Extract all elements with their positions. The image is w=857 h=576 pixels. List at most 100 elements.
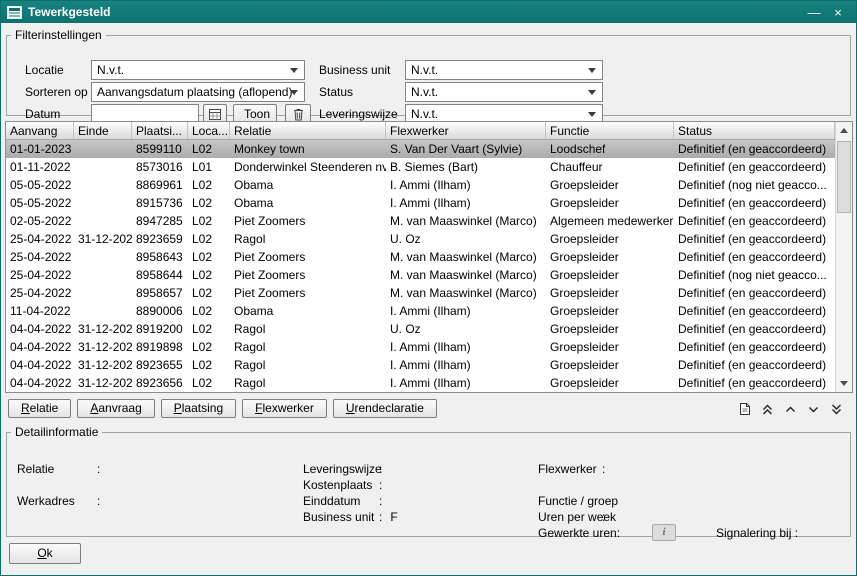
tab-urendeclaratie[interactable]: Urendeclaratie (333, 399, 437, 418)
table-cell: Obama (230, 194, 386, 212)
table-cell: Definitief (en geaccordeerd) (674, 302, 835, 320)
sorteren-select[interactable]: Aanvangsdatum plaatsing (aflopend) (91, 82, 305, 102)
table-row[interactable]: 04-04-202231-12-20228919898L02RagolI. Am… (6, 338, 835, 356)
business-unit-label: Business unit (319, 60, 390, 80)
placements-table: AanvangEindePlaatsi...Loca...RelatieFlex… (5, 121, 853, 393)
table-cell: Definitief (en geaccordeerd) (674, 374, 835, 392)
table-row[interactable]: 04-04-202231-12-20228923656L02RagolI. Am… (6, 374, 835, 392)
table-row[interactable]: 25-04-20228958657L02Piet ZoomersM. van M… (6, 284, 835, 302)
table-cell: 8599110 (132, 140, 188, 158)
table-row[interactable]: 11-04-20228890006L02ObamaI. Ammi (Ilham)… (6, 302, 835, 320)
locatie-select[interactable]: N.v.t. (91, 60, 305, 80)
business-unit-select[interactable]: N.v.t. (405, 60, 603, 80)
tab-plaatsing[interactable]: Plaatsing (161, 399, 236, 418)
table-cell: I. Ammi (Ilham) (386, 338, 546, 356)
column-header[interactable]: Plaatsi... (132, 122, 188, 139)
detail-functie-label: Functie / groep (538, 494, 618, 509)
status-value: N.v.t. (411, 85, 438, 99)
last-record-button[interactable] (826, 400, 846, 418)
column-header[interactable]: Relatie (230, 122, 386, 139)
table-cell: Groepsleider (546, 356, 674, 374)
locatie-value: N.v.t. (97, 63, 124, 77)
table-cell: Ragol (230, 230, 386, 248)
table-cell: Groepsleider (546, 374, 674, 392)
table-cell (74, 212, 132, 230)
detail-flexwerker-label: Flexwerker (538, 462, 602, 477)
table-cell: B. Siemes (Bart) (386, 158, 546, 176)
table-row[interactable]: 05-05-20228915736L02ObamaI. Ammi (Ilham)… (6, 194, 835, 212)
table-cell: Definitief (en geaccordeerd) (674, 338, 835, 356)
scroll-up-button[interactable] (836, 122, 852, 139)
table-row[interactable]: 25-04-202231-12-20228923659L02RagolU. Oz… (6, 230, 835, 248)
table-cell: 8923655 (132, 356, 188, 374)
minimize-button[interactable]: — (802, 3, 826, 21)
title-bar[interactable]: Tewerkgesteld — × (1, 1, 856, 23)
column-header[interactable]: Loca... (188, 122, 230, 139)
column-header[interactable]: Einde (74, 122, 132, 139)
table-cell: Definitief (en geaccordeerd) (674, 212, 835, 230)
tab-aanvraag[interactable]: Aanvraag (77, 399, 154, 418)
table-row[interactable]: 01-01-20238599110L02Monkey townS. Van De… (6, 140, 835, 158)
table-cell: 04-04-2022 (6, 320, 74, 338)
table-cell: M. van Maaswinkel (Marco) (386, 212, 546, 230)
table-cell: Piet Zoomers (230, 248, 386, 266)
triangle-down-icon (840, 381, 848, 390)
scroll-down-button[interactable] (836, 375, 852, 392)
sorteren-label: Sorteren op (25, 82, 88, 102)
table-cell: 8919898 (132, 338, 188, 356)
detail-gewerkte-uren-label: Gewerkte uren: (538, 526, 620, 541)
table-row[interactable]: 04-04-202231-12-20228919200L02RagolU. Oz… (6, 320, 835, 338)
table-cell: 31-12-2022 (74, 230, 132, 248)
table-row[interactable]: 02-05-20228947285L02Piet ZoomersM. van M… (6, 212, 835, 230)
table-cell: 11-04-2022 (6, 302, 74, 320)
table-cell: I. Ammi (Ilham) (386, 176, 546, 194)
first-record-button[interactable] (757, 400, 777, 418)
table-row[interactable]: 05-05-20228869961L02ObamaI. Ammi (Ilham)… (6, 176, 835, 194)
column-header[interactable]: Flexwerker (386, 122, 546, 139)
table-row[interactable]: 25-04-20228958644L02Piet ZoomersM. van M… (6, 266, 835, 284)
table-cell: Definitief (nog niet geacco... (674, 176, 835, 194)
table-cell: Donderwinkel Steenderen nv (230, 158, 386, 176)
table-cell: Ragol (230, 374, 386, 392)
next-record-button[interactable] (803, 400, 823, 418)
detail-group: Detailinformatie Relatie : Werkadres : L… (6, 425, 851, 537)
table-cell: Groepsleider (546, 338, 674, 356)
colon: : (97, 462, 100, 477)
goto-record-button[interactable] (734, 400, 754, 418)
column-header[interactable]: Aanvang (6, 122, 74, 139)
table-row[interactable]: 25-04-20228958643L02Piet ZoomersM. van M… (6, 248, 835, 266)
table-row[interactable]: 01-11-20228573016L01Donderwinkel Steende… (6, 158, 835, 176)
table-cell: M. van Maaswinkel (Marco) (386, 248, 546, 266)
table-cell: L02 (188, 212, 230, 230)
table-cell: 04-04-2022 (6, 374, 74, 392)
info-button[interactable]: i (652, 524, 676, 541)
scrollbar-thumb[interactable] (837, 141, 851, 213)
table-cell: Groepsleider (546, 284, 674, 302)
ok-button[interactable]: Ok (9, 543, 81, 564)
table-cell: L02 (188, 194, 230, 212)
table-row[interactable]: 04-04-202231-12-20228923655L02RagolI. Am… (6, 356, 835, 374)
sorteren-value: Aanvangsdatum plaatsing (aflopend) (97, 85, 292, 99)
status-select[interactable]: N.v.t. (405, 82, 603, 102)
detail-relatie-label: Relatie (17, 462, 97, 477)
table-cell: Loodschef (546, 140, 674, 158)
detail-leveringswijze-label: Leveringswijze (303, 462, 379, 477)
column-header[interactable]: Functie (546, 122, 674, 139)
status-label: Status (319, 82, 353, 102)
table-cell: 8890006 (132, 302, 188, 320)
table-cell: L02 (188, 320, 230, 338)
table-cell: Definitief (en geaccordeerd) (674, 320, 835, 338)
detail-business-unit-label: Business unit (303, 510, 379, 525)
table-cell: Definitief (en geaccordeerd) (674, 140, 835, 158)
table-cell (74, 158, 132, 176)
vertical-scrollbar[interactable] (835, 122, 852, 392)
table-cell: L02 (188, 140, 230, 158)
previous-record-button[interactable] (780, 400, 800, 418)
table-cell: 25-04-2022 (6, 266, 74, 284)
tab-flexwerker[interactable]: Flexwerker (242, 399, 327, 418)
tab-relatie[interactable]: Relatie (8, 399, 71, 418)
chevron-double-down-icon (830, 403, 843, 416)
close-button[interactable]: × (826, 3, 850, 21)
table-cell: Ragol (230, 320, 386, 338)
column-header[interactable]: Status (674, 122, 835, 139)
